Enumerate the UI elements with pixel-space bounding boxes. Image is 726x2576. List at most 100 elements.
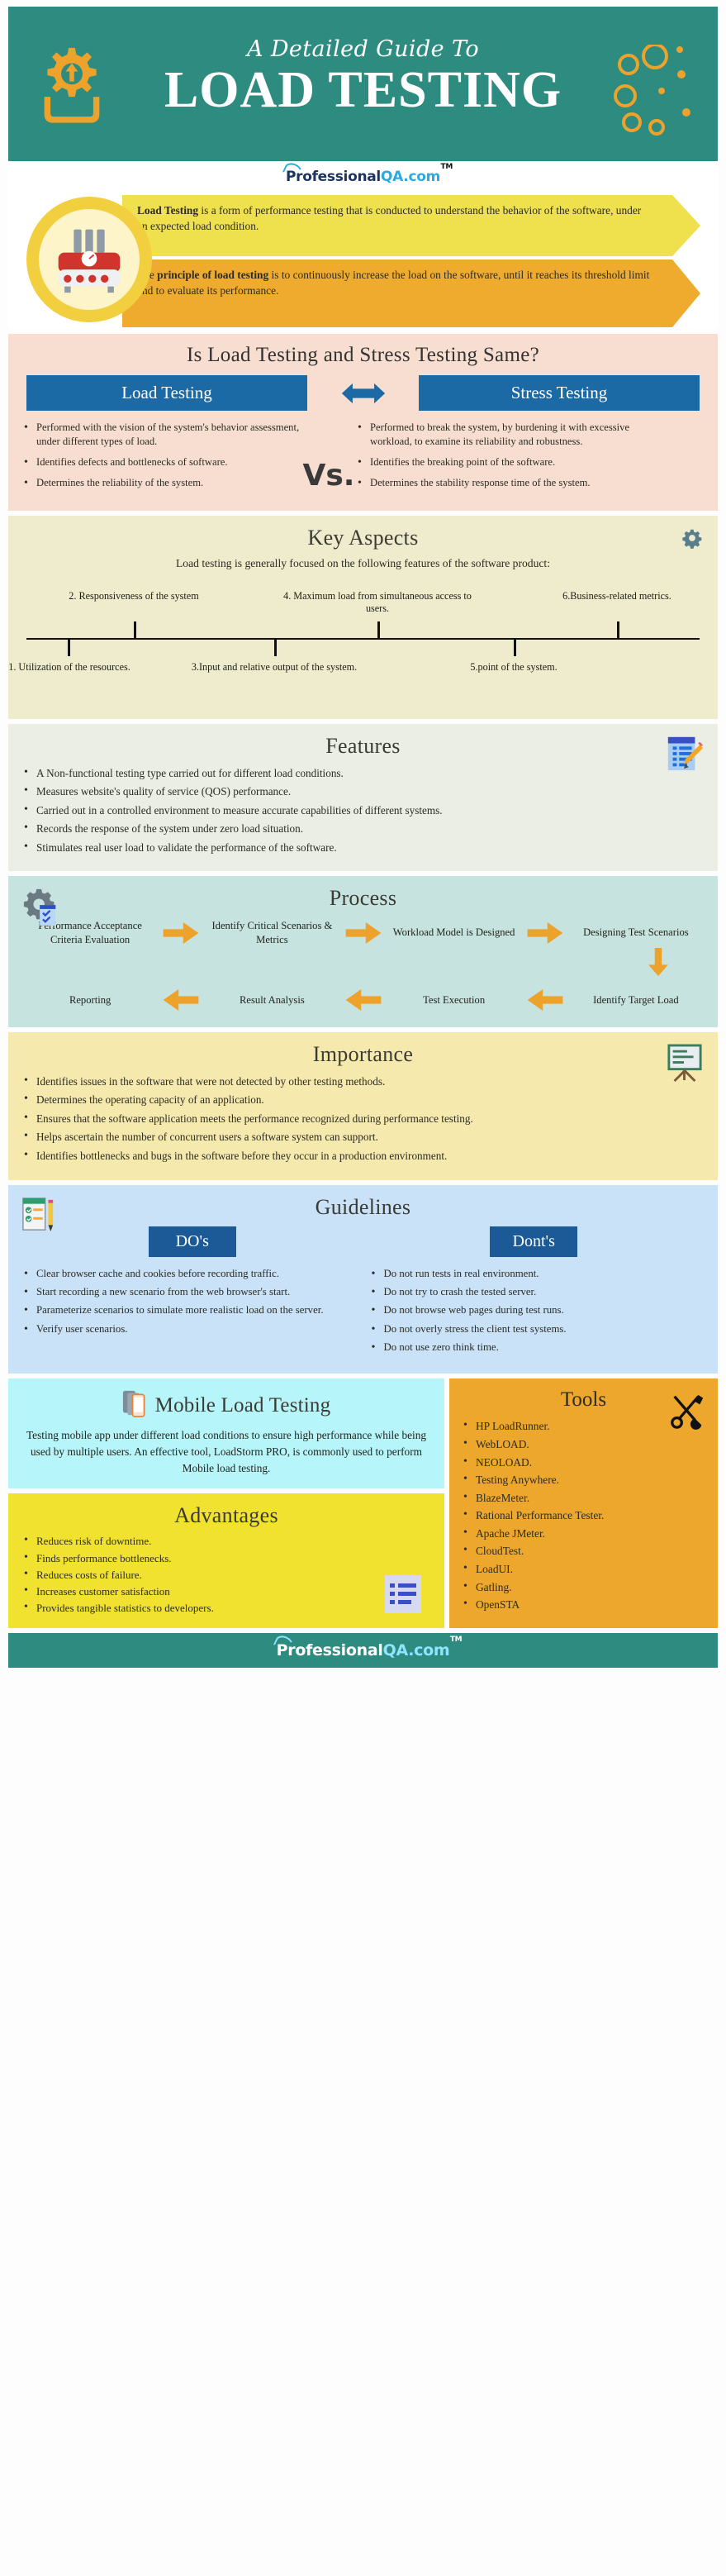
timeline-item-1: 1. Utilization of the resources. xyxy=(8,660,130,673)
double-arrow-icon xyxy=(337,380,390,407)
list-item: Determines the reliability of the system… xyxy=(21,475,302,491)
importance-title: Importance xyxy=(312,1041,414,1066)
list-item: Determines the operating capacity of an … xyxy=(21,1091,705,1108)
key-aspects-section: Key Aspects Load testing is generally fo… xyxy=(8,515,718,719)
list-item: Verify user scenarios. xyxy=(21,1321,358,1337)
mobile-phones-icon xyxy=(122,1388,149,1422)
dos-column: Clear browser cache and cookies before r… xyxy=(21,1266,358,1359)
timeline-item-2: 2. Responsiveness of the system xyxy=(69,589,199,602)
left-arrow-icon xyxy=(523,988,567,1011)
load-testing-list: Performed with the vision of the system'… xyxy=(21,420,302,492)
definition-banner-1: Load Testing is a form of performance te… xyxy=(122,195,700,256)
timeline-item-6: 6.Business-related metrics. xyxy=(562,589,671,602)
timeline-item-4: 4. Maximum load from simultaneous access… xyxy=(283,589,472,615)
definition-lead-1: Load Testing xyxy=(137,204,199,217)
process-title: Process xyxy=(329,886,397,911)
dos-list: Clear browser cache and cookies before r… xyxy=(21,1266,358,1338)
list-item: Do not run tests in real environment. xyxy=(369,1266,705,1282)
timeline-tick-2 xyxy=(134,621,136,640)
mobile-title: Mobile Load Testing xyxy=(154,1393,331,1417)
list-item: Do not browse web pages during test runs… xyxy=(369,1302,705,1318)
list-item: Do not overly stress the client test sys… xyxy=(369,1321,705,1337)
right-arrow-icon xyxy=(341,921,386,944)
process-step: Identify Target Load xyxy=(593,993,679,1006)
stress-testing-column: Performed to break the system, by burden… xyxy=(355,420,636,498)
brand-tm: TM xyxy=(440,163,453,171)
footer-brand-tm: TM xyxy=(449,1636,463,1645)
list-item: CloudTest. xyxy=(461,1542,706,1559)
features-section: Features A Non-functional testing type c… xyxy=(8,723,718,872)
bottom-left-column: Mobile Load Testing Testing mobile app u… xyxy=(8,1378,444,1629)
features-title: Features xyxy=(325,733,401,758)
tools-section: Tools HP LoadRunner. WebLOAD. xyxy=(449,1378,718,1629)
guidelines-body: Clear browser cache and cookies before r… xyxy=(21,1266,705,1359)
footer-brand: ProfessionalQA.com TM xyxy=(8,1633,718,1669)
key-aspects-timeline: 2. Responsiveness of the system 4. Maxim… xyxy=(8,582,700,706)
list-item: Ensures that the software application me… xyxy=(21,1110,705,1127)
importance-section: Importance Identifies issues in the soft… xyxy=(8,1031,718,1180)
key-aspects-intro: Load testing is generally focused on the… xyxy=(176,556,550,569)
guidelines-pill-row: DO's Dont's xyxy=(21,1226,705,1257)
gear-download-icon xyxy=(33,46,111,129)
mobile-header: Mobile Load Testing xyxy=(21,1388,431,1422)
timeline-tick-1 xyxy=(68,637,70,656)
list-item: NEOLOAD. xyxy=(461,1454,706,1471)
mobile-load-testing-section: Mobile Load Testing Testing mobile app u… xyxy=(8,1378,444,1489)
list-item: Identifies issues in the software that w… xyxy=(21,1073,705,1090)
right-arrow-icon xyxy=(159,921,203,944)
comparison-title: Is Load Testing and Stress Testing Same? xyxy=(187,344,539,366)
list-item: Apache JMeter. xyxy=(461,1525,706,1542)
vs-divider: Vs. xyxy=(302,421,355,498)
circles-decoration-icon xyxy=(609,43,700,136)
timeline-axis xyxy=(26,637,700,640)
donts-pill: Dont's xyxy=(490,1226,578,1257)
process-row-1: Performance Acceptance Criteria Evaluati… xyxy=(21,919,705,946)
definition-lead-2: principle of load testing xyxy=(157,269,269,281)
timeline-tick-5 xyxy=(514,637,516,656)
dos-pill: DO's xyxy=(148,1226,236,1257)
definition-text-1: is a form of performance testing that is… xyxy=(137,204,642,233)
timeline-tick-3 xyxy=(274,637,277,656)
process-row-2: Reporting Result Analysis Test Execution… xyxy=(21,988,705,1011)
definition-banner-2: The principle of load testing is to cont… xyxy=(122,260,700,327)
list-item: Measures website's quality of service (Q… xyxy=(21,783,705,800)
list-item: Performed to break the system, by burden… xyxy=(355,420,636,449)
load-testing-column: Performed with the vision of the system'… xyxy=(21,420,302,498)
infographic-page: A Detailed Guide To LOAD TESTING Profess… xyxy=(0,0,726,2576)
donts-list: Do not run tests in real environment. Do… xyxy=(369,1266,705,1356)
list-item: Increases customer satisfaction xyxy=(21,1583,431,1600)
list-item: Parameterize scenarios to simulate more … xyxy=(21,1302,358,1318)
tools-list: HP LoadRunner. WebLOAD. NEOLOAD. Testing… xyxy=(461,1418,706,1613)
list-item: Clear browser cache and cookies before r… xyxy=(21,1266,358,1282)
bottom-grid: Mobile Load Testing Testing mobile app u… xyxy=(8,1378,718,1629)
advantages-section: Advantages Reduces risk of downtime. Fin… xyxy=(8,1493,444,1629)
list-item: OpenSTA xyxy=(461,1596,706,1613)
footer-brand-blue: QA.com xyxy=(382,1641,450,1660)
timeline-tick-6 xyxy=(617,621,619,640)
list-item: Performed with the vision of the system'… xyxy=(21,420,302,449)
list-item: Helps ascertain the number of concurrent… xyxy=(21,1128,705,1145)
stress-testing-list: Performed to break the system, by burden… xyxy=(355,420,636,492)
donts-column: Do not run tests in real environment. Do… xyxy=(369,1266,705,1359)
process-step: Designing Test Scenarios xyxy=(583,926,689,939)
list-item: WebLOAD. xyxy=(461,1436,706,1453)
brand-logo: ProfessionalQA.com TM xyxy=(8,160,718,190)
list-item: HP LoadRunner. xyxy=(461,1418,706,1435)
advantages-title: Advantages xyxy=(174,1503,278,1528)
list-item: LoadUI. xyxy=(461,1560,706,1578)
definition-block: Load Testing is a form of performance te… xyxy=(8,190,718,329)
list-item: Records the response of the system under… xyxy=(21,820,705,837)
importance-list: Identifies issues in the software that w… xyxy=(21,1073,705,1164)
process-step: Result Analysis xyxy=(240,993,305,1006)
advantages-list: Reduces risk of downtime. Finds performa… xyxy=(21,1532,431,1617)
comparison-section: Is Load Testing and Stress Testing Same?… xyxy=(8,334,718,511)
list-item: Stimulates real user load to validate th… xyxy=(21,839,705,856)
timeline-item-3: 3.Input and relative output of the syste… xyxy=(191,660,358,673)
features-list: A Non-functional testing type carried ou… xyxy=(21,764,705,856)
left-arrow-icon xyxy=(341,988,386,1011)
process-step: Reporting xyxy=(69,993,112,1006)
comparison-body: Performed with the vision of the system'… xyxy=(21,420,705,498)
timeline-tick-4 xyxy=(377,621,380,640)
bottom-right-column: Tools HP LoadRunner. WebLOAD. xyxy=(449,1378,718,1629)
list-item: Identifies defects and bottlenecks of so… xyxy=(21,455,302,470)
